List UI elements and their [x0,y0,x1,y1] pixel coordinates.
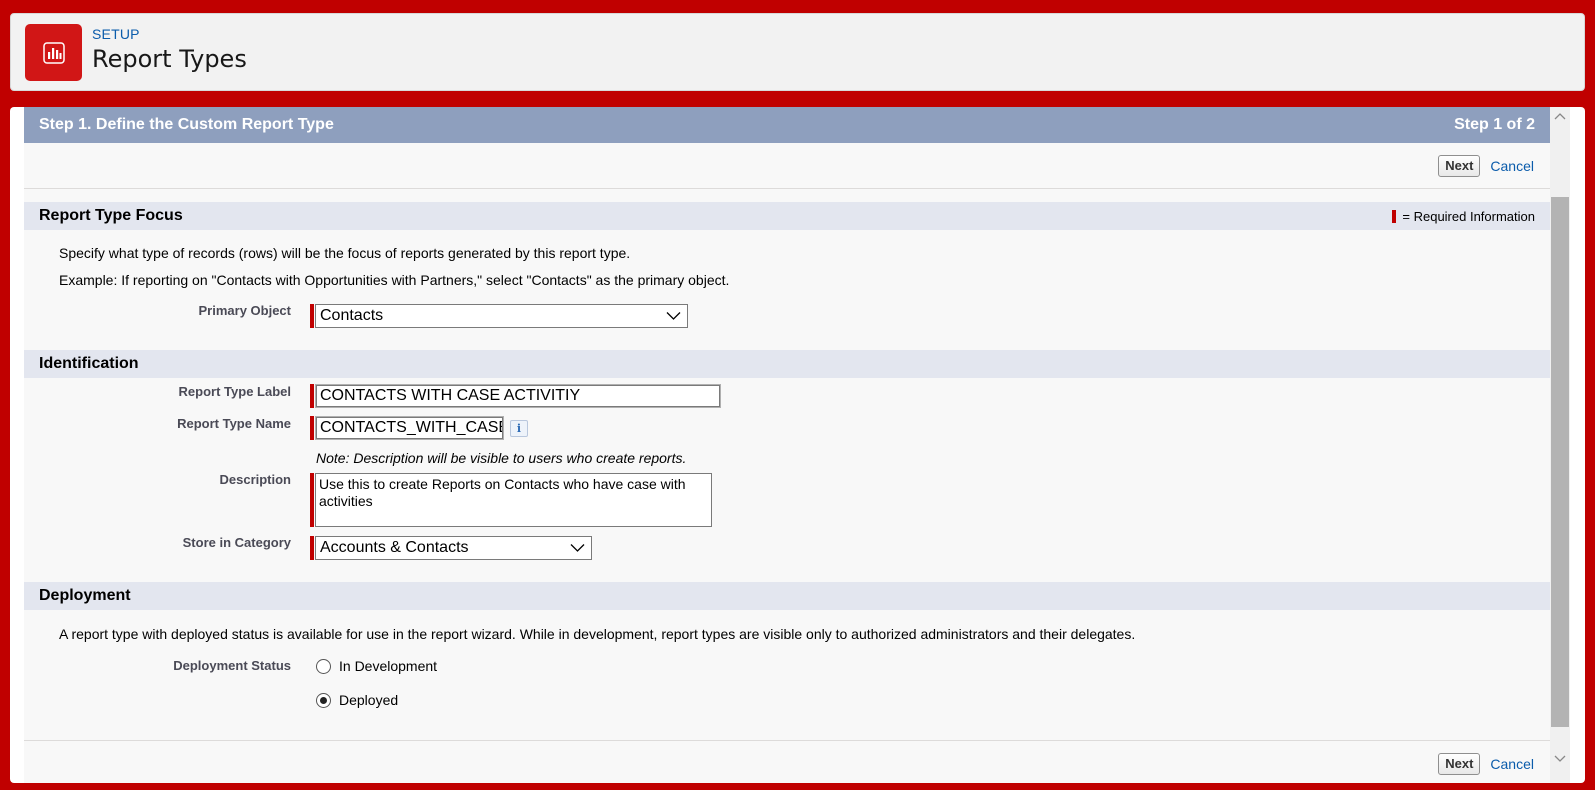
focus-example: Example: If reporting on "Contacts with … [59,272,730,288]
section-deployment: Deployment [24,582,1550,610]
wizard-form: Step 1. Define the Custom Report Type St… [24,107,1550,783]
store-in-category-select[interactable]: Accounts & Contacts [315,536,592,560]
required-marker [310,416,314,440]
description-textarea[interactable]: Use this to create Reports on Contacts w… [315,473,712,527]
identification-fields: Report Type Label CONTACTS WITH CASE ACT… [24,378,1550,568]
scroll-up-icon[interactable] [1554,111,1566,123]
chevron-down-icon [570,544,585,552]
description-note: Note: Description will be visible to use… [316,450,687,466]
wizard-title-bar: Step 1. Define the Custom Report Type St… [24,107,1550,143]
required-marker [310,536,314,560]
description-label: Description [219,472,291,487]
focus-description: Specify what type of records (rows) will… [59,245,631,261]
vertical-scrollbar[interactable] [1550,107,1570,783]
report-type-label-input[interactable]: CONTACTS WITH CASE ACTIVITIY [315,384,721,408]
section-identification: Identification [24,350,1550,378]
main-panel: Step 1. Define the Custom Report Type St… [10,107,1585,783]
section-report-type-focus: Report Type Focus = Required Information [24,202,1550,230]
primary-object-label: Primary Object [198,303,292,318]
required-marker [310,304,314,328]
required-legend: = Required Information [1392,209,1535,224]
deployment-description: A report type with deployed status is av… [59,626,1136,642]
report-type-name-label: Report Type Name [177,416,291,431]
radio-in-development[interactable]: In Development [316,658,437,674]
primary-object-row: Primary Object Contacts [24,288,1550,336]
section-heading: Identification [39,355,139,372]
report-chart-icon [25,24,82,81]
top-button-row: Next Cancel [24,143,1550,189]
radio-button-selected[interactable] [316,692,331,708]
section-heading: Report Type Focus [39,207,183,224]
radio-label: Deployed [339,692,399,708]
radio-deployed[interactable]: Deployed [316,692,398,708]
info-icon[interactable]: i [510,420,528,437]
page-title: Report Types [92,45,247,73]
scroll-down-icon[interactable] [1554,752,1566,764]
required-marker-icon [1392,209,1397,223]
store-in-category-label: Store in Category [182,535,291,550]
primary-object-value: Contacts [320,307,384,324]
deployment-status-row: Deployment Status In Development Deploye… [24,642,1550,740]
section-heading: Deployment [39,587,131,604]
store-in-category-value: Accounts & Contacts [320,539,469,556]
cancel-link[interactable]: Cancel [1490,158,1534,174]
page-header: SETUP Report Types [10,13,1585,91]
bottom-button-row: Next Cancel [24,740,1550,783]
wizard-step-indicator: Step 1 of 2 [1454,116,1535,133]
next-button[interactable]: Next [1438,752,1481,775]
breadcrumb[interactable]: SETUP [92,26,140,42]
report-type-name-input[interactable]: CONTACTS_WITH_CASE_ACTIVITIY [315,416,504,440]
required-legend-text: = Required Information [1402,208,1535,224]
radio-label: In Development [339,658,438,674]
deployment-status-label: Deployment Status [173,658,291,673]
scrollbar-thumb[interactable] [1551,197,1569,727]
cancel-link[interactable]: Cancel [1490,756,1534,772]
next-button[interactable]: Next [1438,154,1481,177]
radio-button[interactable] [316,658,331,674]
report-type-label-label: Report Type Label [178,384,291,399]
chevron-down-icon [666,312,681,320]
required-marker [310,384,314,408]
primary-object-select[interactable]: Contacts [315,304,688,328]
wizard-title: Step 1. Define the Custom Report Type [39,116,334,133]
required-marker [310,473,314,527]
